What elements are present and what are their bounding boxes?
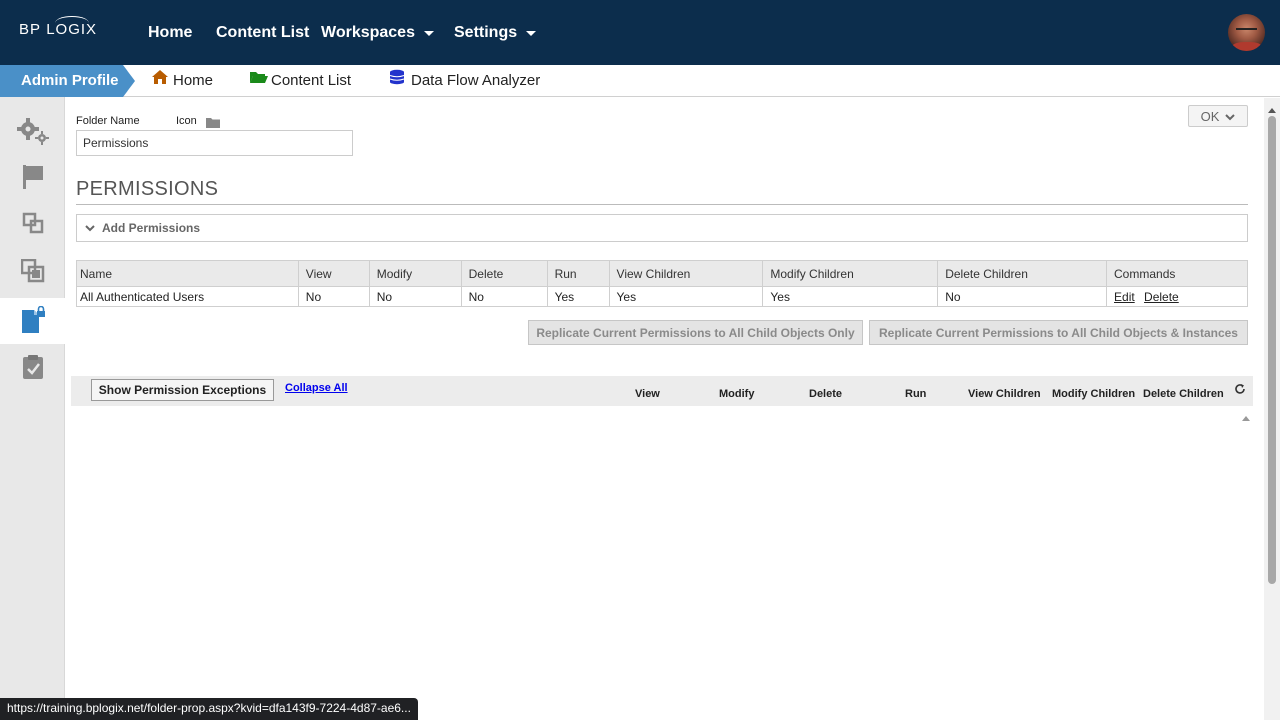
cell-delete-children: No: [937, 286, 1108, 307]
crumb-data-flow-analyzer[interactable]: Data Flow Analyzer: [389, 65, 540, 97]
inner-scroll-up-arrow[interactable]: [1241, 410, 1251, 425]
admin-profile-tab[interactable]: Admin Profile: [0, 65, 135, 97]
nav-settings[interactable]: Settings: [454, 24, 537, 42]
crumb-home-label: Home: [173, 72, 214, 89]
ex-col-modify: Modify: [719, 388, 755, 400]
admin-profile-label: Admin Profile: [21, 72, 119, 89]
col-delete-children: Delete Children: [937, 260, 1108, 287]
database-icon: [389, 65, 405, 97]
avatar-shirt: [1232, 42, 1262, 51]
cell-delete: No: [460, 286, 548, 307]
replicate-child-objects-button[interactable]: Replicate Current Permissions to All Chi…: [528, 320, 863, 345]
add-permissions-label: Add Permissions: [102, 221, 201, 235]
col-delete: Delete: [460, 260, 548, 287]
nav-workspaces-label: Workspaces: [321, 24, 415, 41]
left-rail: [0, 97, 65, 720]
permissions-table: Name View Modify Delete Run View Childre…: [76, 260, 1248, 307]
show-permission-exceptions-button[interactable]: Show Permission Exceptions: [91, 379, 274, 401]
ex-col-view-children: View Children: [968, 388, 1041, 400]
folder-open-icon: [249, 65, 269, 97]
rail-clone[interactable]: [0, 249, 65, 295]
crumb-home[interactable]: Home: [151, 65, 213, 97]
cell-name: All Authenticated Users: [76, 286, 299, 307]
gears-icon: [16, 117, 50, 148]
logo-text-left: BP: [19, 21, 42, 38]
crumb-data-flow-label: Data Flow Analyzer: [411, 72, 541, 89]
cell-view: No: [297, 286, 370, 307]
cell-view-children: Yes: [608, 286, 764, 307]
nav-home-label: Home: [148, 24, 193, 41]
edit-link[interactable]: Edit: [1114, 290, 1135, 304]
refresh-icon[interactable]: [1234, 383, 1246, 398]
clone-icon: [20, 258, 45, 286]
rail-settings[interactable]: [0, 109, 65, 155]
chevron-down-icon: [423, 30, 434, 36]
delete-link[interactable]: Delete: [1144, 290, 1179, 304]
user-avatar[interactable]: [1228, 14, 1265, 51]
rail-tasks[interactable]: [0, 345, 65, 391]
ex-col-run: Run: [905, 388, 927, 400]
table-row: All Authenticated Users No No No Yes Yes…: [76, 286, 1248, 307]
rail-flag[interactable]: [0, 155, 65, 201]
col-view: View: [297, 260, 370, 287]
ex-col-modify-children: Modify Children: [1052, 388, 1136, 400]
ex-col-delete: Delete: [809, 388, 843, 400]
permissions-title: PERMISSIONS: [76, 178, 1248, 205]
rail-permissions[interactable]: [0, 298, 65, 344]
top-navbar: BP LOGIX Home Content List Workspaces Se…: [0, 0, 1280, 65]
col-run: Run: [546, 260, 610, 287]
file-lock-icon: [20, 305, 46, 337]
nav-workspaces[interactable]: Workspaces: [321, 24, 434, 42]
nav-content-list-label: Content List: [216, 24, 310, 41]
table-header-row: Name View Modify Delete Run View Childre…: [76, 260, 1248, 287]
breadcrumb-bar: Admin Profile Home Content List Data Flo…: [0, 65, 1280, 97]
nav-settings-label: Settings: [454, 24, 518, 41]
scrollbar-thumb[interactable]: [1268, 116, 1276, 584]
col-modify: Modify: [368, 260, 462, 287]
home-icon: [151, 65, 169, 97]
page-scrollbar[interactable]: [1264, 98, 1280, 720]
exceptions-bar: Show Permission Exceptions Collapse All …: [71, 376, 1253, 406]
main-content: Folder Name Icon OK PERMISSIONS Add Perm…: [66, 98, 1264, 720]
scroll-up-arrow[interactable]: [1267, 102, 1277, 117]
cell-commands: Edit Delete: [1106, 286, 1248, 307]
ok-button[interactable]: OK: [1188, 105, 1248, 127]
folder-name-input[interactable]: [76, 130, 353, 156]
status-url-tooltip: https://training.bplogix.net/folder-prop…: [0, 698, 418, 720]
col-view-children: View Children: [608, 260, 764, 287]
crumb-content-list-label: Content List: [271, 72, 352, 89]
chevron-down-icon: [526, 30, 537, 36]
chevron-down-icon: [1225, 109, 1236, 124]
cell-modify-children: Yes: [762, 286, 939, 307]
avatar-glasses: [1236, 28, 1257, 33]
copy-icon: [22, 212, 44, 237]
checklist-icon: [22, 354, 44, 383]
ok-label: OK: [1200, 108, 1220, 124]
chevron-down-icon: [85, 221, 95, 235]
col-name: Name: [76, 260, 299, 287]
crumb-content-list[interactable]: Content List: [249, 65, 351, 97]
nav-content-list[interactable]: Content List: [216, 24, 309, 42]
rail-copy[interactable]: [0, 201, 65, 247]
replicate-child-instances-button[interactable]: Replicate Current Permissions to All Chi…: [869, 320, 1248, 345]
add-permissions-toggle[interactable]: Add Permissions: [76, 214, 1248, 242]
flag-icon: [21, 164, 45, 193]
col-modify-children: Modify Children: [762, 260, 939, 287]
icon-label: Icon: [176, 115, 197, 127]
cell-run: Yes: [546, 286, 610, 307]
collapse-all-link[interactable]: Collapse All: [285, 382, 348, 394]
folder-icon[interactable]: [206, 116, 220, 131]
ex-col-view: View: [635, 388, 660, 400]
ex-col-delete-children: Delete Children: [1143, 388, 1224, 400]
folder-name-label: Folder Name: [76, 115, 140, 127]
col-commands: Commands: [1106, 260, 1248, 287]
logo-arc: [55, 16, 89, 30]
nav-home[interactable]: Home: [148, 24, 192, 42]
cell-modify: No: [368, 286, 462, 307]
